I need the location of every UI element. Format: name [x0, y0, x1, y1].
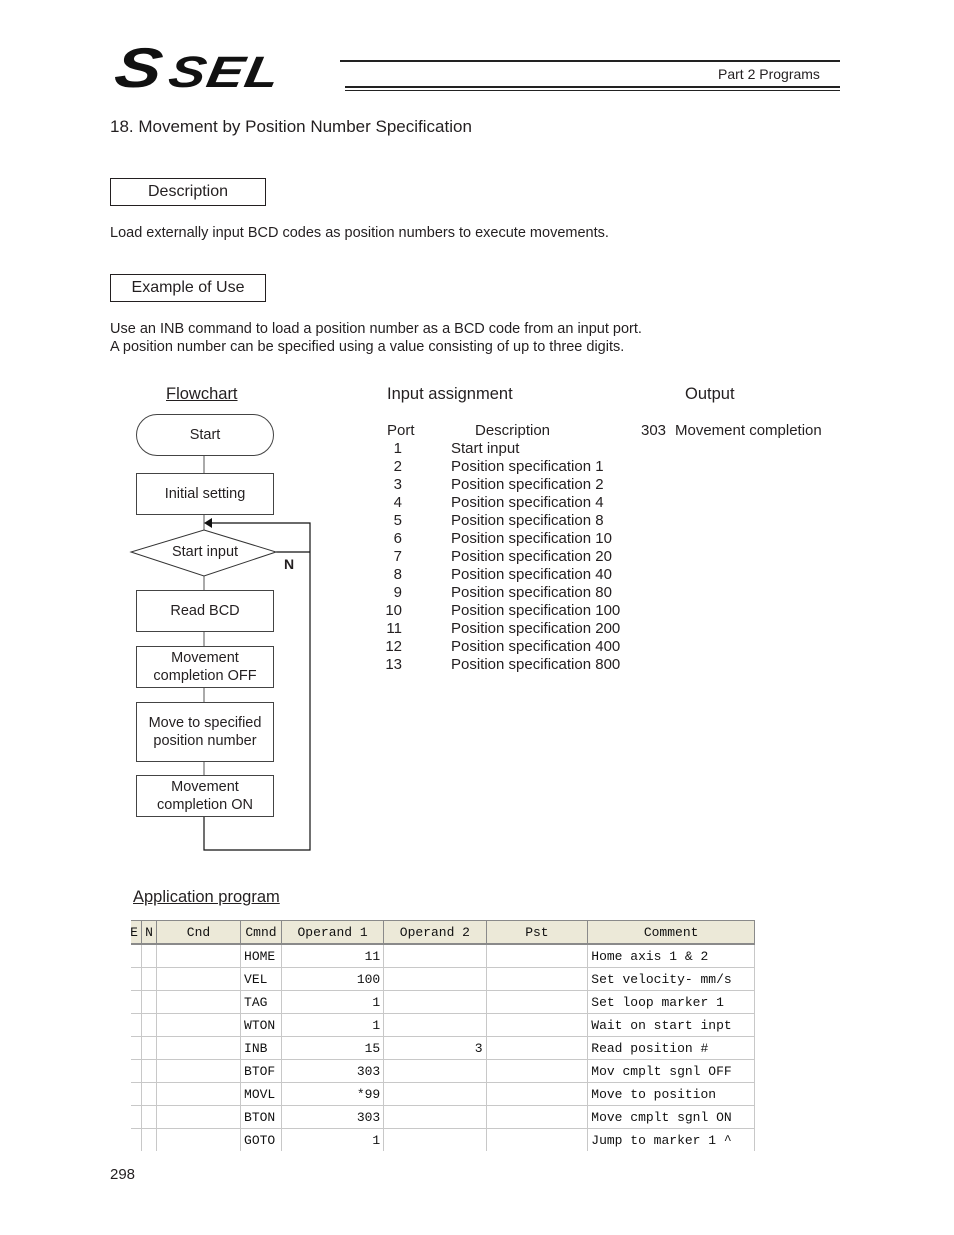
program-row[interactable]: HOME 11 Home axis 1 & 2 — [131, 944, 755, 968]
program-table: E N Cnd Cmnd Operand 1 Operand 2 Pst Com… — [131, 920, 755, 1151]
flow-node-initial-setting: Initial setting — [136, 473, 274, 515]
flow-node-move-to-position: Move to specified position number — [136, 702, 274, 762]
header-rule-top — [340, 60, 840, 62]
description-text: Load externally input BCD codes as posit… — [110, 225, 609, 241]
program-title: Application program — [133, 888, 280, 906]
logo-sel: SEL — [165, 48, 285, 97]
program-row[interactable]: TAG 1 Set loop marker 1 — [131, 990, 755, 1014]
output-title: Output — [685, 385, 735, 403]
col-cmnd[interactable]: Cmnd — [240, 920, 282, 945]
col-pst[interactable]: Pst — [486, 920, 589, 945]
program-row[interactable]: BTOF 303 Mov cmplt sgnl OFF — [131, 1059, 755, 1083]
branch-label-n: N — [284, 556, 295, 572]
flowchart-title: Flowchart — [166, 385, 238, 403]
input-assignment-list: 1 Start input 2 Position specification 1 3… — [385, 440, 621, 673]
output-description: Movement completion — [675, 422, 822, 439]
col-n[interactable]: N — [141, 920, 157, 945]
program-header-row: E N Cnd Cmnd Operand 1 Operand 2 Pst Com… — [131, 920, 755, 945]
header-rule-bottom-thin — [345, 90, 840, 91]
col-operand-2[interactable]: Operand 2 — [383, 920, 487, 945]
col-e[interactable]: E — [131, 920, 143, 945]
flowchart: Start Initial setting Start input N Read… — [128, 408, 328, 858]
section-title: 18. Movement by Position Number Specific… — [110, 117, 472, 136]
program-row[interactable]: VEL 100 Set velocity- mm/s — [131, 967, 755, 991]
program-table-viewport: E N Cnd Cmnd Operand 1 Operand 2 Pst Com… — [131, 920, 759, 1153]
flow-node-read-bcd: Read BCD — [136, 590, 274, 632]
program-row[interactable]: MOVL *99 Move to position — [131, 1082, 755, 1106]
program-row[interactable]: WTON 1 Wait on start inpt — [131, 1013, 755, 1037]
input-col-description: Description — [475, 422, 551, 439]
example-line-2: A position number can be specified using… — [110, 339, 625, 355]
flow-node-start: Start — [136, 414, 274, 456]
input-assignment-title: Input assignment — [387, 385, 513, 403]
example-label: Example of Use — [110, 274, 266, 302]
logo-s: S — [111, 36, 165, 99]
program-row[interactable]: BTON 303 Move cmplt sgnl ON — [131, 1105, 755, 1129]
input-col-port: Port — [387, 422, 415, 439]
page-number: 298 — [110, 1166, 136, 1183]
description-label: Description — [110, 178, 266, 206]
program-row[interactable]: INB 15 3 Read position # — [131, 1036, 755, 1060]
col-cnd[interactable]: Cnd — [156, 920, 242, 945]
col-comment[interactable]: Comment — [587, 920, 755, 945]
arrow-head-icon — [204, 518, 212, 528]
flow-node-movement-completion-on: Movement completion ON — [136, 775, 274, 817]
flow-node-start-input: Start input — [171, 544, 239, 560]
sse-logo: SSEL — [111, 36, 285, 99]
program-row[interactable]: GOTO 1 Jump to marker 1 ^ — [131, 1128, 755, 1151]
part-label: Part 2 Programs — [718, 66, 820, 82]
output-port: 303 — [641, 422, 667, 439]
header-rule-bottom — [345, 86, 840, 88]
example-line-1: Use an INB command to load a position nu… — [110, 321, 642, 337]
col-operand-1[interactable]: Operand 1 — [281, 920, 385, 945]
flow-node-movement-completion-off: Movement completion OFF — [136, 646, 274, 688]
